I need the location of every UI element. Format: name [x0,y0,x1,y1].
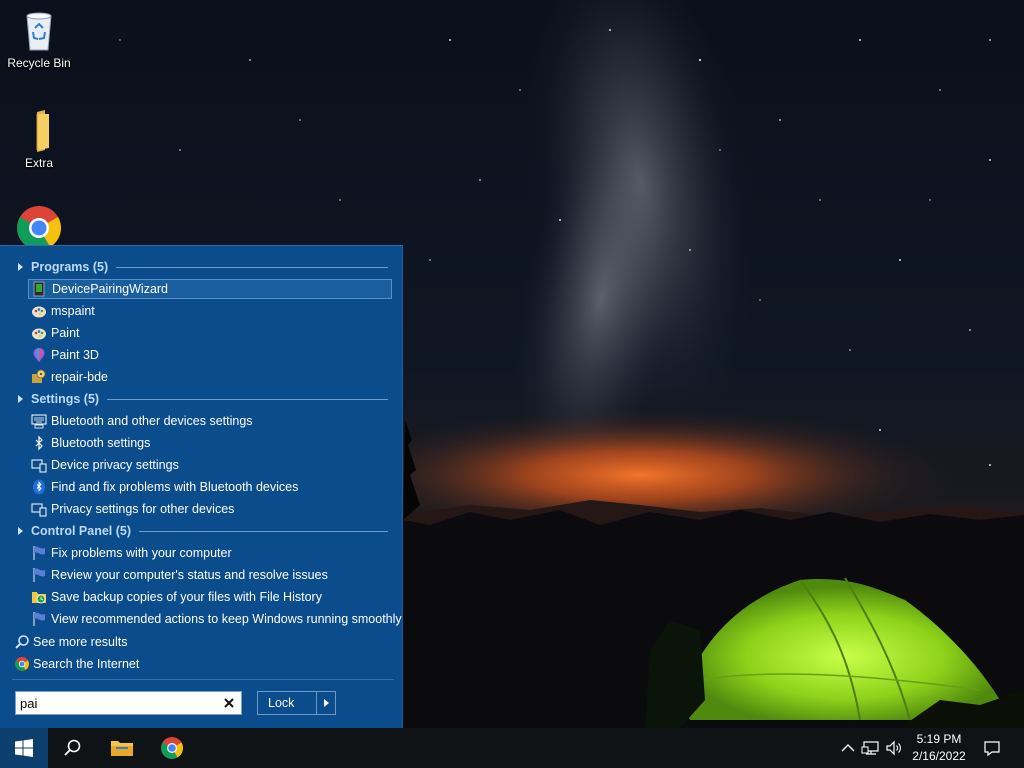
device-pairing-icon [33,281,45,297]
result-label: Find and fix problems with Bluetooth dev… [51,480,299,494]
result-label: Paint 3D [51,348,99,362]
result-label: View recommended actions to keep Windows… [51,612,402,626]
result-bluetooth-settings[interactable]: Bluetooth settings [28,433,392,453]
clear-search-icon[interactable] [221,695,237,711]
chevron-up-icon[interactable] [838,738,858,758]
lock-label: Lock [268,696,295,710]
clock-time: 5:19 PM [916,732,962,746]
lock-button[interactable]: Lock [257,691,317,715]
start-menu: Programs (5) DevicePairingWizard mspaint… [0,245,403,728]
result-review-status[interactable]: Review your computer's status and resolv… [28,565,392,585]
expand-triangle-icon [18,527,23,535]
desktop-icon-label: Recycle Bin [7,56,71,70]
paint-palette-icon [32,328,46,340]
desktop-icon-recycle-bin[interactable]: Recycle Bin [0,6,78,70]
result-fix-problems[interactable]: Fix problems with your computer [28,543,392,563]
result-file-history[interactable]: Save backup copies of your files with Fi… [28,587,392,607]
result-recommended-actions[interactable]: View recommended actions to keep Windows… [28,609,402,629]
search-input[interactable] [20,694,216,712]
see-more-results-link[interactable]: See more results [14,632,127,652]
bluetooth-icon [35,435,43,451]
expand-triangle-icon [18,395,23,403]
section-title: Settings (5) [31,392,100,406]
section-header-settings[interactable]: Settings (5) [16,389,388,409]
result-label: Device privacy settings [51,458,179,472]
network-icon[interactable] [861,738,881,758]
paint-palette-icon [32,306,46,318]
result-paint-3d[interactable]: Paint 3D [28,345,392,365]
notification-center-button[interactable] [980,728,1004,768]
result-label: Bluetooth and other devices settings [51,414,253,428]
result-label: mspaint [51,304,95,318]
search-box[interactable] [15,691,242,715]
folder-icon [15,106,63,154]
recycle-bin-icon [15,6,63,54]
section-title: Control Panel (5) [31,524,132,538]
result-paint[interactable]: Paint [28,323,392,343]
clock-date: 2/16/2022 [912,749,966,763]
taskbar-search-button[interactable] [48,728,96,768]
result-device-privacy-settings[interactable]: Device privacy settings [28,455,392,475]
action-center-flag-icon [33,568,45,582]
taskbar-file-explorer[interactable] [98,728,146,768]
file-explorer-icon [111,741,133,756]
repair-bde-icon [32,369,46,383]
expand-triangle-icon [18,263,23,271]
taskbar: 5:19 PM 2/16/2022 [0,728,1024,768]
desktop-icon-extra[interactable]: Extra [0,106,78,170]
result-label: Review your computer's status and resolv… [51,568,328,582]
windows-logo-icon [15,739,33,757]
result-bluetooth-troubleshoot[interactable]: Find and fix problems with Bluetooth dev… [28,477,392,497]
result-devicepairingwizard[interactable]: DevicePairingWizard [28,279,392,299]
action-center-flag-icon [33,546,45,560]
speaker-icon[interactable] [884,738,904,758]
section-header-control-panel[interactable]: Control Panel (5) [16,521,388,541]
result-label: Privacy settings for other devices [51,502,235,516]
result-label: DevicePairingWizard [52,282,169,296]
result-label: Bluetooth settings [51,436,151,450]
result-label: repair-bde [51,370,108,384]
bluetooth-troubleshoot-icon [33,479,45,495]
devices-icon [31,503,47,517]
result-bluetooth-devices-settings[interactable]: Bluetooth and other devices settings [28,411,392,431]
result-label: Save backup copies of your files with Fi… [51,590,322,604]
power-options-arrow[interactable] [316,691,336,715]
result-repair-bde[interactable]: repair-bde [28,367,392,387]
chrome-icon [15,657,29,671]
section-divider [107,398,388,400]
chevron-right-icon [323,699,329,707]
paint-3d-icon [33,348,45,362]
section-title: Programs (5) [31,260,109,274]
keyboard-devices-icon [31,414,47,429]
see-more-label: See more results [33,635,128,649]
taskbar-clock[interactable]: 5:19 PM 2/16/2022 [904,731,974,765]
result-label: Fix problems with your computer [51,546,232,560]
menu-separator [12,679,394,680]
search-internet-label: Search the Internet [33,657,140,671]
devices-icon [31,459,47,473]
chrome-icon [161,737,183,759]
action-center-flag-icon [33,612,45,626]
section-divider [139,530,388,532]
search-icon [15,635,29,649]
section-divider [116,266,388,268]
desktop-icon-label: Extra [24,156,53,170]
start-button[interactable] [0,728,48,768]
search-internet-link[interactable]: Search the Internet [14,654,139,674]
file-history-icon [32,592,46,604]
taskbar-chrome[interactable] [148,728,196,768]
notification-icon [984,741,1000,757]
result-privacy-other-devices[interactable]: Privacy settings for other devices [28,499,392,519]
result-mspaint[interactable]: mspaint [28,301,392,321]
search-icon [64,739,81,756]
section-header-programs[interactable]: Programs (5) [16,257,388,277]
result-label: Paint [51,326,80,340]
